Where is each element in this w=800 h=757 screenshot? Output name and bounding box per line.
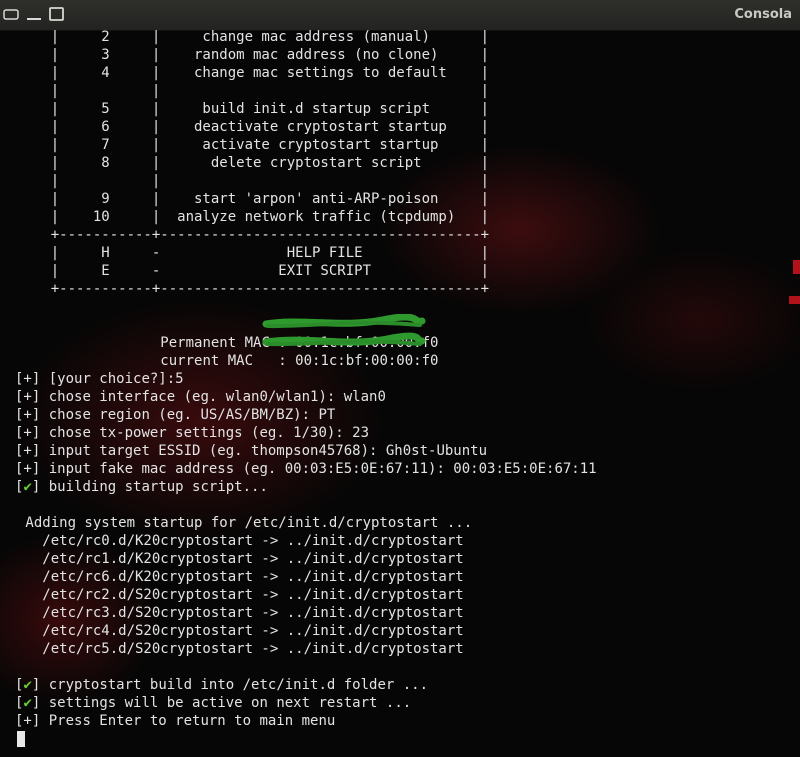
choice-text: [your choice?]:5: [40, 371, 184, 387]
title-bar[interactable]: Consola: [0, 0, 800, 31]
prompt-line: [+] chose interface (eg. wlan0/wlan1): w…: [15, 388, 386, 406]
interface-text: chose interface (eg. wlan0/wlan1): wlan0: [40, 389, 386, 405]
prompt-line: [+] chose tx-power settings (eg. 1/30): …: [15, 424, 369, 442]
terminal-output[interactable]: | 2 | change mac address (manual) | | 3 …: [0, 28, 800, 757]
prompt-line: [+] chose region (eg. US/AS/BM/BZ): PT: [15, 406, 335, 424]
menu-row-exit: | E - EXIT SCRIPT |: [17, 263, 490, 279]
startup-link: /etc/rc2.d/S20cryptostart -> ../init.d/c…: [17, 587, 464, 603]
prompt-prefix: [+]: [15, 407, 41, 423]
enter-text: Press Enter to return to main menu: [40, 713, 336, 729]
prompt-line: [+] input fake mac address (eg. 00:03:E5…: [15, 460, 597, 478]
prompt-prefix: [+]: [15, 443, 41, 459]
startup-link: /etc/rc3.d/S20cryptostart -> ../init.d/c…: [17, 605, 464, 621]
active-text: settings will be active on next restart …: [40, 695, 412, 711]
menu-row: | 8 | delete cryptostart script |: [17, 155, 490, 171]
menu-row: | 2 | change mac address (manual) |: [17, 29, 490, 45]
red-background-mark: [793, 260, 800, 274]
menu-row: | 5 | build init.d startup script |: [17, 101, 490, 117]
prompt-prefix: [+]: [15, 371, 41, 387]
startup-link: /etc/rc4.d/S20cryptostart -> ../init.d/c…: [17, 623, 464, 639]
red-background-mark: [789, 296, 800, 304]
prompt-line: [+] [your choice?]:5: [15, 370, 184, 388]
current-mac-label: current MAC :: [67, 353, 296, 369]
building-text: building startup script...: [40, 479, 268, 495]
prompt-prefix: [+]: [15, 461, 41, 477]
check-icon: ✔: [23, 479, 32, 495]
text-cursor[interactable]: [17, 731, 25, 747]
prompt-prefix: [+]: [15, 713, 41, 729]
menu-separator: +-----------+---------------------------…: [17, 281, 490, 297]
status-line: [✔] settings will be active on next rest…: [15, 694, 411, 712]
menu-row: | 6 | deactivate cryptostart startup |: [17, 119, 490, 135]
current-mac-value: 00:1c:bf:00:00:f0: [295, 353, 439, 369]
terminal-window[interactable]: Consola | 2 | change mac address (manual…: [0, 0, 800, 757]
status-line: [✔] cryptostart build into /etc/init.d f…: [15, 676, 428, 694]
close-icon[interactable]: [3, 6, 19, 22]
menu-row: | 9 | start 'arpon' anti-ARP-poison |: [17, 191, 490, 207]
fakemac-text: input fake mac address (eg. 00:03:E5:0E:…: [40, 461, 597, 477]
menu-row: | 4 | change mac settings to default |: [17, 65, 490, 81]
startup-link: /etc/rc0.d/K20cryptostart -> ../init.d/c…: [17, 533, 464, 549]
region-text: chose region (eg. US/AS/BM/BZ): PT: [40, 407, 336, 423]
startup-link: /etc/rc6.d/K20cryptostart -> ../init.d/c…: [17, 569, 464, 585]
menu-row: | | |: [17, 83, 490, 99]
txpower-text: chose tx-power settings (eg. 1/30): 23: [40, 425, 370, 441]
window-title: Consola: [734, 7, 792, 22]
menu-row: | 3 | random mac address (no clone) |: [17, 47, 490, 63]
check-icon: ✔: [23, 695, 32, 711]
startup-link: /etc/rc1.d/K20cryptostart -> ../init.d/c…: [17, 551, 464, 567]
redaction-scribble: [262, 314, 426, 347]
minimize-icon[interactable]: [26, 6, 42, 22]
menu-row: | | |: [17, 173, 490, 189]
built-text: cryptostart build into /etc/init.d folde…: [40, 677, 429, 693]
startup-link: /etc/rc5.d/S20cryptostart -> ../init.d/c…: [17, 641, 464, 657]
menu-row: | 10 | analyze network traffic (tcpdump)…: [17, 209, 490, 225]
startup-header: Adding system startup for /etc/init.d/cr…: [17, 515, 473, 531]
status-line: [✔] building startup script...: [15, 478, 268, 496]
prompt-line: [+] Press Enter to return to main menu: [15, 712, 335, 730]
menu-separator: +-----------+---------------------------…: [17, 227, 490, 243]
menu-row-help: | H - HELP FILE |: [17, 245, 490, 261]
maximize-icon[interactable]: [49, 6, 65, 22]
check-icon: ✔: [23, 677, 32, 693]
menu-row: | 7 | activate cryptostart startup |: [17, 137, 490, 153]
prompt-line: [+] input target ESSID (eg. thompson4576…: [15, 442, 487, 460]
prompt-prefix: [+]: [15, 425, 41, 441]
prompt-prefix: [+]: [15, 389, 41, 405]
essid-text: input target ESSID (eg. thompson45768): …: [40, 443, 488, 459]
